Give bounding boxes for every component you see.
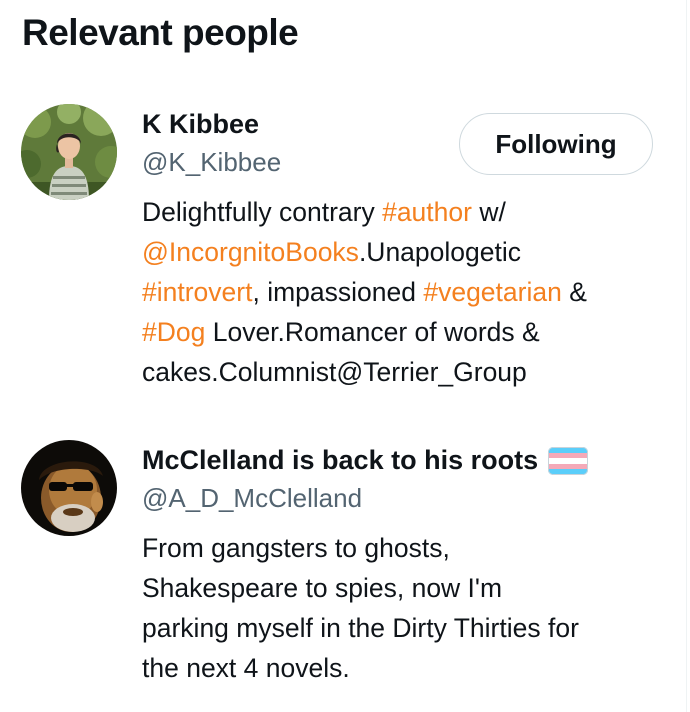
bio-line: @IncorgnitoBooks.Unapologetic xyxy=(142,232,672,272)
section-title: Relevant people xyxy=(22,12,299,53)
avatar-photo-k-kibbee xyxy=(21,104,117,200)
name-line: K Kibbee xyxy=(142,106,259,142)
bio-line: the next 4 novels. xyxy=(142,653,350,683)
user-handle[interactable]: @K_Kibbee xyxy=(142,144,281,180)
hashtag-link[interactable]: #vegetarian xyxy=(423,277,562,307)
bio-text: Delightfully contrary xyxy=(142,197,383,227)
display-name[interactable]: McClelland is back to his roots xyxy=(142,442,538,478)
bio-text: cakes.Columnist@Terrier_Group xyxy=(142,357,527,387)
user-bio: From gangsters to ghosts, Shakespeare to… xyxy=(142,528,672,688)
person-cell-k-kibbee[interactable]: K Kibbee @K_Kibbee Following Delightfull… xyxy=(0,100,686,400)
user-handle[interactable]: @A_D_McClelland xyxy=(142,480,362,516)
avatar[interactable] xyxy=(21,440,117,536)
transgender-flag-icon xyxy=(548,447,589,475)
bio-line: #Dog Lover.Romancer of words & xyxy=(142,312,672,352)
display-name[interactable]: K Kibbee xyxy=(142,106,259,142)
hashtag-link[interactable]: #introvert xyxy=(142,277,252,307)
bio-text: Lover.Romancer of words & xyxy=(205,317,540,347)
bio-line: Delightfully contrary #author w/ xyxy=(142,192,672,232)
bio-line: From gangsters to ghosts, xyxy=(142,533,450,563)
hashtag-link[interactable]: #Dog xyxy=(142,317,205,347)
bio-line: Shakespeare to spies, now I'm xyxy=(142,573,503,603)
bio-text: & xyxy=(561,277,587,307)
person-cell-mcclelland[interactable]: McClelland is back to his roots @A_D_McC… xyxy=(0,436,686,706)
bio-line: #introvert, impassioned #vegetarian & xyxy=(142,272,672,312)
following-button[interactable]: Following xyxy=(459,113,653,175)
bio-line: cakes.Columnist@Terrier_Group xyxy=(142,352,672,392)
bio-text: w/ xyxy=(471,197,506,227)
name-line: McClelland is back to his roots xyxy=(142,442,589,478)
avatar-photo-mcclelland xyxy=(21,440,117,536)
mention-link[interactable]: @IncorgnitoBooks xyxy=(142,237,359,267)
bio-text: , impassioned xyxy=(252,277,424,307)
relevant-people-panel: Relevant people K Kibbee @K_Kibbee Follo… xyxy=(0,0,687,712)
avatar[interactable] xyxy=(21,104,117,200)
bio-line: parking myself in the Dirty Thirties for xyxy=(142,613,579,643)
hashtag-link[interactable]: #author xyxy=(382,197,472,227)
bio-text: .Unapologetic xyxy=(358,237,521,267)
user-bio: Delightfully contrary #author w/ @Incorg… xyxy=(142,192,672,392)
